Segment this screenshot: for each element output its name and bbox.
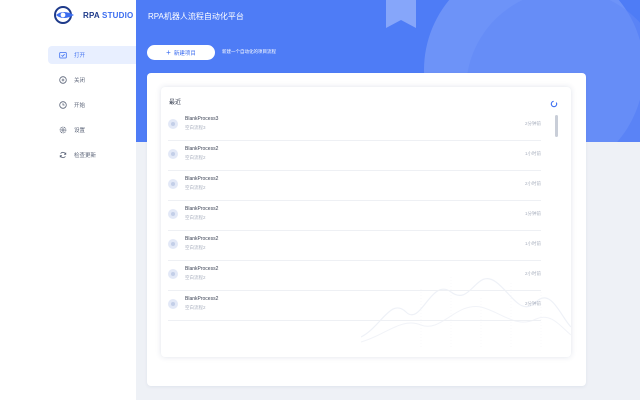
project-time: 2分钟前 [524,301,541,306]
project-time: 2小时前 [524,181,541,186]
sidebar-item-label: 关闭 [74,78,86,84]
project-name: BlankProcess2 [185,236,219,242]
new-project-button[interactable]: + 新建项目 [147,45,215,60]
plus-icon: + [166,47,171,57]
main-area: RPA机器人流程自动化平台 + 新建项目 新建一个自动化的项目流程 最近 Bla… [136,0,640,400]
list-item[interactable]: BlankProcess2 空白流程2 1小时前 [168,141,541,171]
project-avatar-icon [168,119,178,129]
sidebar-item-close[interactable]: 关闭 [48,71,136,89]
project-subtitle: 空白流程2 [185,275,206,280]
sidebar-item-open[interactable]: 打开 [48,46,136,64]
recent-panel: 最近 BlankProcess3 空白流程3 2分钟前 BlankProcess… [161,87,571,357]
list-item[interactable]: BlankProcess2 空白流程2 2小时前 [168,171,541,201]
list-item[interactable]: BlankProcess3 空白流程3 2分钟前 [168,111,541,141]
project-subtitle: 空白流程2 [185,305,206,310]
sidebar-item-label: 打开 [74,53,86,59]
project-name: BlankProcess2 [185,206,219,212]
recent-list: BlankProcess3 空白流程3 2分钟前 BlankProcess2 空… [161,111,559,321]
project-name: BlankProcess2 [185,146,219,152]
project-time: 2小时前 [524,271,541,276]
list-item[interactable]: BlankProcess2 空白流程2 1分钟前 [168,201,541,231]
app-logo-text: RPA STUDIO [83,11,133,20]
project-avatar-icon [168,209,178,219]
refresh-icon[interactable] [550,95,558,108]
list-item[interactable]: BlankProcess2 空白流程2 2分钟前 [168,291,541,321]
project-avatar-icon [168,239,178,249]
project-time: 1分钟前 [524,211,541,216]
new-project-hint: 新建一个自动化的项目流程 [222,49,276,54]
project-subtitle: 空白流程2 [185,215,206,220]
sidebar-item-label: 检查更新 [74,153,97,159]
gear-icon [58,126,67,135]
folder-open-icon [58,51,67,60]
project-avatar-icon [168,149,178,159]
project-name: BlankProcess2 [185,176,219,182]
page-title: RPA机器人流程自动化平台 [148,12,244,21]
close-circle-icon [58,76,67,85]
sidebar-item-settings[interactable]: 设置 [48,121,136,139]
brand-name-accent: STUDIO [102,10,134,20]
content-card: 最近 BlankProcess3 空白流程3 2分钟前 BlankProcess… [147,73,586,386]
project-time: 2分钟前 [524,121,541,126]
project-avatar-icon [168,299,178,309]
bookmark-ribbon-icon [386,0,416,33]
sidebar-item-label: 设置 [74,128,86,134]
sidebar-item-check-update[interactable]: 检查更新 [48,146,136,164]
sidebar: RPA STUDIO 打开 关闭 开始 设置 检查更新 [0,0,136,400]
project-avatar-icon [168,179,178,189]
project-time: 1小时前 [524,241,541,246]
sidebar-item-label: 开始 [74,103,86,109]
sidebar-item-start[interactable]: 开始 [48,96,136,114]
brand-name-main: RPA [83,10,100,20]
project-name: BlankProcess3 [185,116,219,122]
list-item[interactable]: BlankProcess2 空白流程2 1小时前 [168,231,541,261]
list-item[interactable]: BlankProcess2 空白流程2 2小时前 [168,261,541,291]
project-name: BlankProcess2 [185,296,219,302]
project-subtitle: 空白流程2 [185,155,206,160]
project-time: 1小时前 [524,151,541,156]
sync-icon [58,151,67,160]
project-name: BlankProcess2 [185,266,219,272]
new-project-label: 新建项目 [173,50,196,57]
project-subtitle: 空白流程2 [185,185,206,190]
project-subtitle: 空白流程3 [185,125,206,130]
rpa-logo-icon [54,6,76,24]
app-logo: RPA STUDIO [54,6,133,24]
project-avatar-icon [168,269,178,279]
project-subtitle: 空白流程2 [185,245,206,250]
clock-icon [58,101,67,110]
sidebar-nav: 打开 关闭 开始 设置 检查更新 [48,46,136,171]
recent-section-title: 最近 [169,100,182,106]
